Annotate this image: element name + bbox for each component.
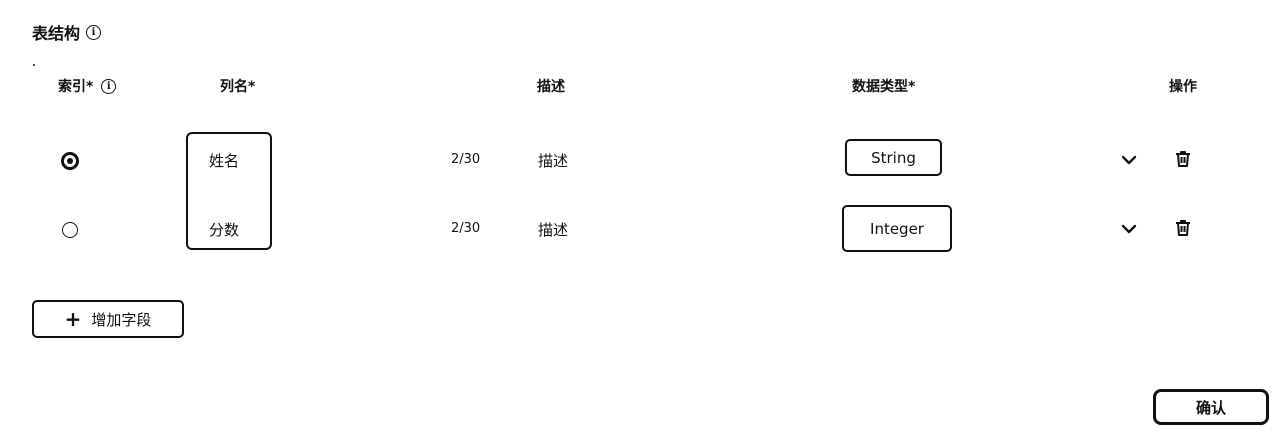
description-input-row-2[interactable]: 描述: [538, 219, 568, 240]
divider-dot: [33, 64, 35, 66]
chevron-down-icon[interactable]: [1120, 220, 1138, 238]
char-counter-row-1: 2/30: [451, 152, 481, 167]
char-counter-row-2: 2/30: [451, 221, 481, 236]
header-data-type: 数据类型*: [852, 79, 916, 95]
section-title-text: 表结构: [32, 24, 81, 43]
trash-icon[interactable]: [1174, 150, 1192, 168]
info-icon[interactable]: i: [86, 24, 102, 40]
data-type-value-row-1: String: [871, 148, 916, 167]
header-actions: 操作: [1169, 79, 1197, 95]
confirm-button[interactable]: 确认: [1153, 389, 1269, 425]
header-index: 索引* i: [58, 76, 117, 96]
description-input-row-1[interactable]: 描述: [538, 150, 568, 171]
column-name-input-row-1[interactable]: 姓名: [209, 150, 239, 171]
confirm-label: 确认: [1195, 398, 1226, 417]
section-title: 表结构 i: [32, 20, 102, 44]
add-field-label: 增加字段: [91, 310, 152, 329]
column-name-input-row-2[interactable]: 分数: [209, 219, 239, 240]
header-column-name: 列名*: [220, 79, 256, 95]
data-type-value-row-2: Integer: [870, 219, 924, 238]
plus-icon: +: [64, 307, 82, 331]
header-description: 描述: [537, 79, 565, 95]
data-type-select-row-1[interactable]: String: [845, 139, 942, 176]
index-info-icon[interactable]: i: [101, 78, 117, 94]
data-type-select-row-2[interactable]: Integer: [842, 205, 952, 252]
trash-icon[interactable]: [1174, 219, 1192, 237]
chevron-down-icon[interactable]: [1120, 151, 1138, 169]
index-radio-row-1[interactable]: [61, 152, 79, 170]
header-index-label: 索引*: [58, 79, 94, 95]
add-field-button[interactable]: + 增加字段: [32, 300, 184, 338]
index-radio-row-2[interactable]: [62, 222, 78, 238]
